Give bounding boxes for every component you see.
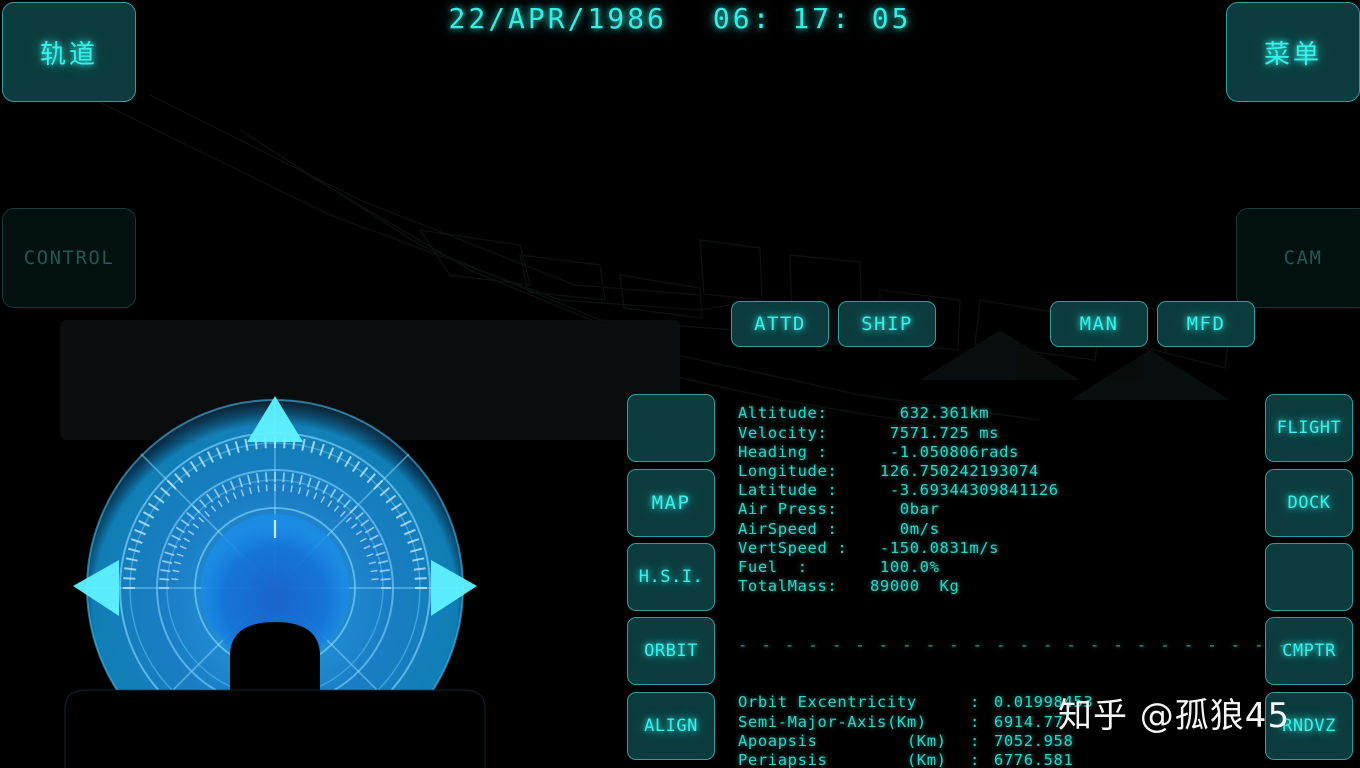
telemetry-row: Latitude : -3.69344309841126 [738,481,1258,500]
orbital-label: Semi-Major-Axis(Km) [738,712,927,731]
telemetry-row: Longitude: 126.750242193074 [738,462,1258,481]
orbital-value: 6914.77 [984,712,1064,731]
mission-time: 06: 17: 05 [712,2,912,35]
telemetry-value: 7571.725 ms [870,423,1000,442]
telemetry-label: VertSpeed : [738,538,848,557]
telemetry-label: TotalMass: [738,577,838,596]
telemetry-value: 126.750242193074 [870,462,1039,481]
orbital-row: Periapsis (Km): 6776.581 [738,751,1258,768]
ship-button[interactable]: SHIP [838,301,936,347]
telemetry-value: -3.69344309841126 [870,481,1059,500]
attd-button[interactable]: ATTD [731,301,829,347]
telemetry-row: AirSpeed : 0m/s [738,520,1258,539]
orbit-mode-button[interactable]: 轨道 [2,2,136,102]
telemetry-block: Altitude: 632.361km Velocity: 7571.725 ms… [738,404,1258,596]
telemetry-label: Air Press: [738,500,838,519]
telemetry-row: Fuel : 100.0% [738,558,1258,577]
watermark: 知乎 @孤狼45 [1058,696,1291,736]
orbital-label: Orbit Excentricity [738,693,917,712]
telemetry-value: -1.050806rads [870,442,1019,461]
telemetry-row: Altitude: 632.361km [738,404,1258,423]
align-button[interactable]: ALIGN [627,692,715,760]
mfd-separator: - - - - - - - - - - - - - - - - - - - - … [738,635,1337,654]
map-button[interactable]: MAP [627,469,715,537]
telemetry-row: VertSpeed : -150.0831m/s [738,539,1258,558]
telemetry-row: Heading : -1.050806rads [738,443,1258,462]
header-clock: 22/APR/1986 06: 17: 05 [0,2,1360,35]
telemetry-label: Longitude: [738,462,838,481]
telemetry-label: AirSpeed : [738,519,838,538]
orbital-colon: : [970,751,980,768]
orbital-colon: : [970,712,980,731]
telemetry-value: 0m/s [870,519,940,538]
dock-button[interactable]: DOCK [1265,469,1353,537]
telemetry-value: 89000 Kg [870,577,960,596]
flight-button[interactable]: FLIGHT [1265,394,1353,462]
cam-button[interactable]: CAM [1236,208,1360,308]
telemetry-label: Altitude: [738,404,828,423]
flight-console: 22/APR/1986 06: 17: 05 轨道 菜单 CONTROL CAM… [0,0,1360,768]
telemetry-value: -150.0831m/s [870,538,1000,557]
control-button[interactable]: CONTROL [2,208,136,308]
telemetry-label: Fuel : [738,558,808,577]
left-button-blank[interactable] [627,394,715,462]
telemetry-row: Air Press: 0bar [738,500,1258,519]
telemetry-label: Heading : [738,442,828,461]
hsi-button[interactable]: H.S.I. [627,543,715,611]
right-button-blank[interactable] [1265,543,1353,611]
mfd-button[interactable]: MFD [1157,301,1255,347]
telemetry-label: Latitude : [738,481,838,500]
mission-date: 22/APR/1986 [448,2,667,35]
orbit-button[interactable]: ORBIT [627,617,715,685]
telemetry-value: 0bar [870,500,940,519]
orbital-label: Apoapsis (Km) [738,731,947,750]
telemetry-row: Velocity: 7571.725 ms [738,424,1258,443]
man-button[interactable]: MAN [1050,301,1148,347]
telemetry-value: 632.361km [870,404,990,423]
menu-button[interactable]: 菜单 [1226,2,1360,102]
telemetry-row: TotalMass: 89000 Kg [738,577,1258,596]
orbital-colon: : [970,693,980,712]
navball-instrument[interactable] [55,378,495,768]
telemetry-label: Velocity: [738,423,828,442]
telemetry-value: 100.0% [870,558,940,577]
orbital-colon: : [970,731,980,750]
orbital-label: Periapsis (Km) [738,751,947,768]
orbital-value: 6776.581 [984,751,1074,768]
